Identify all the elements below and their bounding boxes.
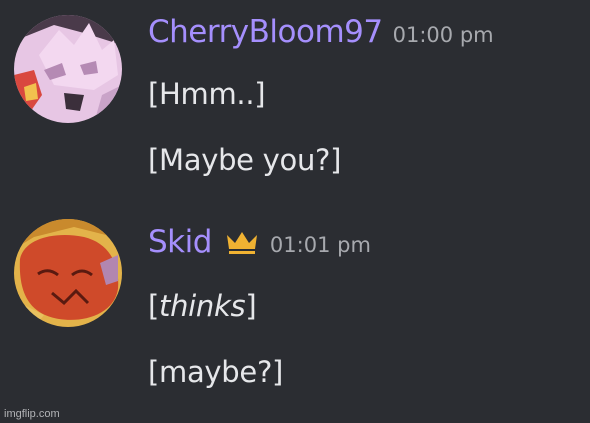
- italic-action-text: thinks: [159, 289, 246, 323]
- message-header: CherryBloom97 01:00 pm: [148, 14, 494, 50]
- avatar[interactable]: [14, 15, 122, 123]
- message-text: [Maybe you?]: [148, 143, 342, 177]
- message-text: [Hmm..]: [148, 77, 266, 111]
- message-text: [maybe?]: [148, 355, 284, 389]
- red-character-avatar-icon: [14, 219, 122, 327]
- pink-character-avatar-icon: [14, 15, 122, 123]
- message-text: [thinks]: [148, 289, 257, 323]
- timestamp[interactable]: 01:01 pm: [270, 233, 371, 257]
- timestamp[interactable]: 01:00 pm: [393, 23, 494, 47]
- watermark: imgflip.com: [4, 408, 60, 420]
- bracket-open: [: [148, 289, 160, 323]
- avatar[interactable]: [14, 219, 122, 327]
- username[interactable]: Skid: [148, 224, 212, 260]
- username[interactable]: CherryBloom97: [148, 14, 383, 50]
- bracket-close: ]: [245, 289, 257, 323]
- crown-icon[interactable]: [224, 228, 260, 256]
- message-header: Skid 01:01 pm: [148, 224, 371, 260]
